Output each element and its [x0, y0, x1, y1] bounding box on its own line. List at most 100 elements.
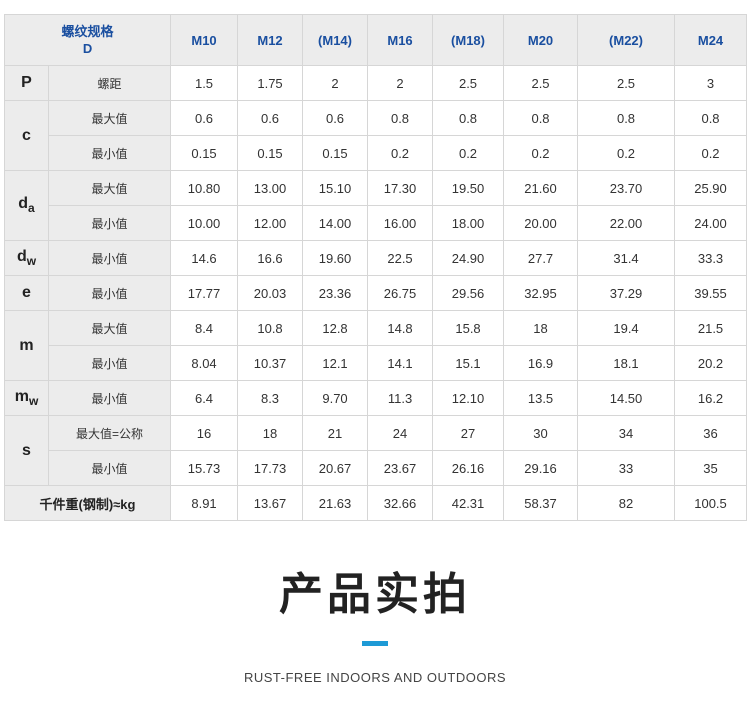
table-row: 最小值 0.15 0.15 0.15 0.2 0.2 0.2 0.2 0.2 [5, 135, 748, 171]
table-cell: 15.1 [432, 345, 505, 381]
table-cell: 0.2 [367, 135, 434, 171]
weight-row: 千件重(钢制)≈kg 8.91 13.67 21.63 32.66 42.31 … [3, 485, 748, 521]
table-cell: 13.00 [237, 170, 304, 206]
table-row: da 最大值 10.80 13.00 15.10 17.30 19.50 21.60 23.70… [4, 170, 748, 241]
column-header: (M22) [577, 14, 676, 66]
row-symbol: da [4, 170, 49, 241]
table-cell: 11.3 [367, 380, 434, 416]
table-cell: 0.8 [367, 100, 434, 136]
table-cell: 20.2 [674, 345, 748, 381]
header-label: 螺纹规格 D [3, 14, 172, 66]
row-symbol: s [4, 415, 49, 486]
table-row: mw 最小值 6.4 8.3 9.70 11.3 12.10 13.5 14.50 16.2 [4, 380, 748, 416]
column-header: M12 [237, 14, 304, 66]
table-cell: 0.6 [302, 100, 369, 136]
header-row: 螺纹规格 D M10 M12 (M14) M16 (M18) M20 (M22)… [3, 14, 748, 66]
table-row: m 最大值 8.4 10.8 12.8 14.8 15.8 18 19.4 21.5 [4, 310, 748, 381]
table-row: 最小值 15.73 17.73 20.67 23.67 26.16 29.16 33 35 [5, 450, 748, 486]
table-cell: 0.15 [237, 135, 304, 171]
section-subtitle: RUST-FREE INDOORS AND OUTDOORS [243, 670, 507, 685]
row-symbol-subscript: w [26, 254, 37, 269]
table-cell: 0.8 [674, 100, 748, 136]
table-cell: 1.75 [237, 65, 304, 101]
table-cell: 3 [674, 65, 748, 101]
table-cell: 17.77 [170, 275, 239, 311]
section-title: 产品实拍 [279, 569, 471, 620]
table-row: s 最大值=公称 16 18 21 24 27 30 34 36 [4, 415, 748, 486]
row-symbol-text: c [22, 126, 31, 144]
spec-table: 螺纹规格 D M10 M12 (M14) M16 (M18) M20 (M22)… [3, 14, 748, 521]
weight-label: 千件重(钢制)≈kg [3, 485, 172, 521]
table-cell: 18.1 [577, 345, 676, 381]
table-cell: 8.3 [237, 380, 304, 416]
table-body: P 螺距 1.5 1.75 2 2 2.5 2.5 2.5 3 c 最大值 0.6 0.6 0.6 0.8 0.… [4, 65, 748, 486]
header-label-line2: D [82, 41, 93, 56]
table-row: dw 最小值 14.6 16.6 19.60 22.5 24.90 27.7 31.4 33.3 [4, 240, 748, 276]
weight-value: 32.66 [367, 485, 434, 521]
table-cell: 39.55 [674, 275, 748, 311]
table-cell: 27 [432, 415, 505, 451]
table-cell: 34 [577, 415, 676, 451]
table-cell: 12.1 [302, 345, 369, 381]
row-label: 最大值 [47, 100, 172, 136]
table-cell: 1.5 [170, 65, 239, 101]
table-cell: 22.00 [577, 205, 676, 241]
table-cell: 24.00 [674, 205, 748, 241]
table-cell: 0.15 [170, 135, 239, 171]
row-label: 最小值 [47, 240, 172, 276]
table-cell: 29.56 [432, 275, 505, 311]
row-symbol-text: m [14, 387, 29, 405]
table-cell: 35 [674, 450, 748, 486]
table-row: 最小值 10.00 12.00 14.00 16.00 18.00 20.00 22.00 24… [5, 205, 748, 241]
table-cell: 22.5 [367, 240, 434, 276]
row-label: 最小值 [47, 380, 172, 416]
row-symbol-subscript: w [28, 394, 39, 409]
table-cell: 2.5 [577, 65, 676, 101]
table-cell: 14.8 [367, 310, 434, 346]
table-cell: 14.6 [170, 240, 239, 276]
table-cell: 17.73 [237, 450, 304, 486]
table-cell: 14.1 [367, 345, 434, 381]
weight-value: 58.37 [503, 485, 579, 521]
row-symbol-text: d [18, 195, 29, 213]
row-symbol-text: s [22, 441, 31, 459]
table-cell: 14.00 [302, 205, 369, 241]
table-cell: 16.00 [367, 205, 434, 241]
table-cell: 15.8 [432, 310, 505, 346]
table-cell: 0.15 [302, 135, 369, 171]
accent-bar [362, 641, 388, 646]
row-symbol: c [4, 100, 49, 171]
table-cell: 0.6 [170, 100, 239, 136]
table-cell: 18.00 [432, 205, 505, 241]
table-cell: 32.95 [503, 275, 579, 311]
table-cell: 12.00 [237, 205, 304, 241]
row-label: 最小值 [47, 275, 172, 311]
row-symbol: e [4, 275, 49, 311]
table-cell: 0.8 [503, 100, 579, 136]
row-label: 最小值 [47, 205, 172, 241]
table-cell: 2.5 [432, 65, 505, 101]
row-label: 螺距 [47, 65, 172, 101]
table-cell: 0.2 [674, 135, 748, 171]
table-cell: 18 [503, 310, 579, 346]
column-header: (M14) [302, 14, 369, 66]
table-cell: 15.10 [302, 170, 369, 206]
row-label: 最大值=公称 [47, 415, 172, 451]
table-cell: 26.75 [367, 275, 434, 311]
table-cell: 19.50 [432, 170, 505, 206]
table-cell: 33.3 [674, 240, 748, 276]
row-symbol: mw [4, 380, 49, 416]
table-cell: 31.4 [577, 240, 676, 276]
column-header: M10 [170, 14, 239, 66]
weight-value: 8.91 [170, 485, 239, 521]
table-cell: 21.60 [503, 170, 579, 206]
table-cell: 23.67 [367, 450, 434, 486]
row-symbol-text: d [16, 247, 27, 265]
weight-value: 13.67 [237, 485, 304, 521]
table-cell: 9.70 [302, 380, 369, 416]
table-cell: 20.67 [302, 450, 369, 486]
column-header: (M18) [432, 14, 505, 66]
table-cell: 10.8 [237, 310, 304, 346]
table-cell: 18 [237, 415, 304, 451]
row-symbol-subscript: a [28, 201, 35, 216]
